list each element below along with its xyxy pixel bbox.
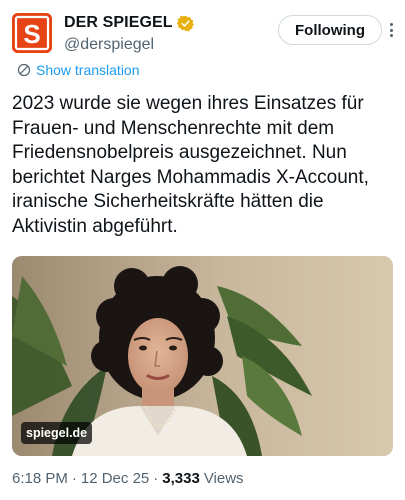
tweet-meta: 6:18 PM · 12 Dec 25 · 3,333 Views [12,470,244,487]
more-options-icon[interactable] [385,20,397,40]
tweet-header: S DER SPIEGEL @derspiegel Following [12,11,393,57]
tweet-text-line: berichtet Narges Mohammadis X-Account, [12,166,369,188]
author-display-name[interactable]: DER SPIEGEL [64,14,173,32]
tweet-text-line: Frauen- und Menschenrechte mit dem [12,117,335,139]
meta-separator: · [153,470,159,487]
translate-globe-icon [17,63,31,77]
tweet-text-line: Aktivistin abgeführt. [12,215,178,237]
verified-badge-icon [176,15,194,31]
media-watermark: spiegel.de [21,422,93,444]
avatar-letter: S [23,19,40,49]
following-button[interactable]: Following [278,15,382,45]
spiegel-logo-icon: S [12,13,52,53]
show-translation-label[interactable]: Show translation [36,62,140,78]
tweet-text-line: iranische Sicherheitskräfte hätten die [12,191,324,212]
author-handle[interactable]: @derspiegel [64,36,194,54]
author-names: DER SPIEGEL @derspiegel [64,12,194,54]
meta-separator: · [71,470,77,487]
tweet-text: 2023 wurde sie wegen ihres Einsatzes für… [12,92,397,239]
views-count[interactable]: 3,333 [162,470,200,487]
tweet-time[interactable]: 6:18 PM [12,470,68,487]
avatar[interactable]: S [12,13,52,53]
views-label: Views [203,470,244,487]
tweet-text-line: 2023 wurde sie wegen ihres Einsatzes für [12,93,364,114]
tweet-media-photo[interactable]: spiegel.de [12,256,393,456]
tweet-text-line: Friedensnobelpreis ausgezeichnet. Nun [12,142,347,163]
tweet-date[interactable]: 12 Dec 25 [81,470,149,487]
show-translation-link[interactable]: Show translation [17,61,140,79]
